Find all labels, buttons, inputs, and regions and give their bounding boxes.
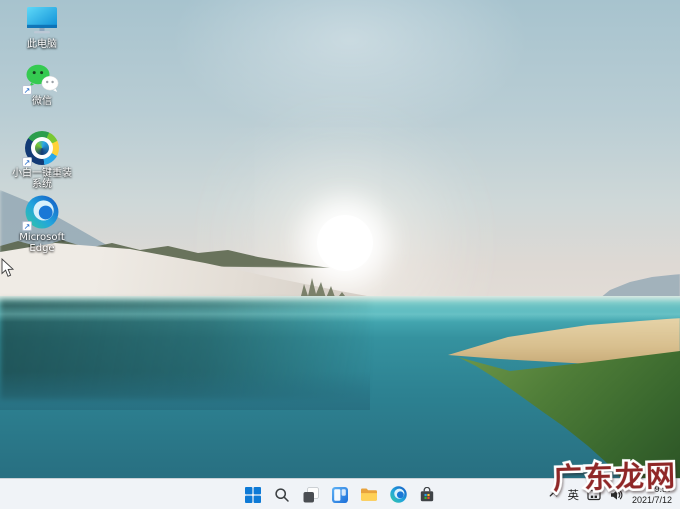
desktop-screen: 此电脑 ↗ 微信 ↗ 小白一键重装 系统 ↗ Microsoft Edge 英 …	[0, 0, 680, 509]
task-view-icon	[303, 486, 319, 502]
ime-indicator[interactable]: 英	[564, 482, 582, 508]
desktop-icon-label: 小白一键重装 系统	[12, 168, 72, 190]
taskbar: 英 9:57 2021/7/12	[0, 478, 680, 509]
desktop-icon-label: 微信	[32, 96, 52, 107]
volume-button[interactable]	[606, 482, 626, 508]
widgets-button[interactable]	[328, 483, 352, 507]
file-explorer-button[interactable]	[357, 483, 381, 507]
store-icon	[420, 486, 434, 501]
volume-icon	[610, 489, 623, 500]
windows-start-icon	[245, 486, 261, 503]
desktop-icon-wechat[interactable]: ↗ 微信	[2, 61, 82, 107]
mouse-cursor	[1, 258, 15, 277]
wallpaper-sun	[317, 215, 373, 271]
search-button[interactable]	[270, 483, 294, 507]
desktop-icon-label: 此电脑	[27, 39, 57, 50]
taskbar-center-icons	[241, 479, 439, 509]
widgets-icon	[332, 486, 348, 503]
this-pc-icon	[27, 7, 57, 34]
task-view-button[interactable]	[299, 483, 323, 507]
label-line-2: Edge	[29, 243, 55, 254]
shortcut-arrow-icon: ↗	[22, 85, 32, 95]
desktop-icon-this-pc[interactable]: 此电脑	[2, 4, 82, 50]
store-button[interactable]	[415, 483, 439, 507]
network-button[interactable]	[584, 482, 604, 508]
network-icon	[587, 489, 601, 500]
search-icon	[275, 487, 289, 502]
hidden-icons-button[interactable]	[545, 482, 562, 508]
edge-button[interactable]	[386, 483, 410, 507]
edge-icon	[389, 486, 407, 503]
shortcut-arrow-icon: ↗	[22, 157, 32, 167]
start-button[interactable]	[241, 483, 265, 507]
desktop-icon-label: Microsoft Edge	[19, 232, 65, 254]
clock-time: 9:57	[654, 483, 672, 494]
file-explorer-icon	[361, 488, 377, 501]
desktop-icon-xiaobai[interactable]: ↗ 小白一键重装 系统	[2, 129, 82, 190]
clock-date: 2021/7/12	[631, 494, 672, 505]
desktop-icon-edge[interactable]: ↗ Microsoft Edge	[2, 193, 82, 254]
label-line-1: 小白一键重装	[12, 168, 72, 179]
chevron-up-icon	[550, 492, 558, 497]
taskbar-clock[interactable]: 9:57 2021/7/12	[628, 482, 678, 508]
shortcut-arrow-icon: ↗	[22, 221, 32, 231]
wallpaper-lake-sheen	[0, 306, 680, 322]
label-line-1: Microsoft	[19, 232, 65, 243]
label-line-2: 系统	[32, 179, 52, 190]
system-tray: 英 9:57 2021/7/12	[545, 479, 678, 509]
